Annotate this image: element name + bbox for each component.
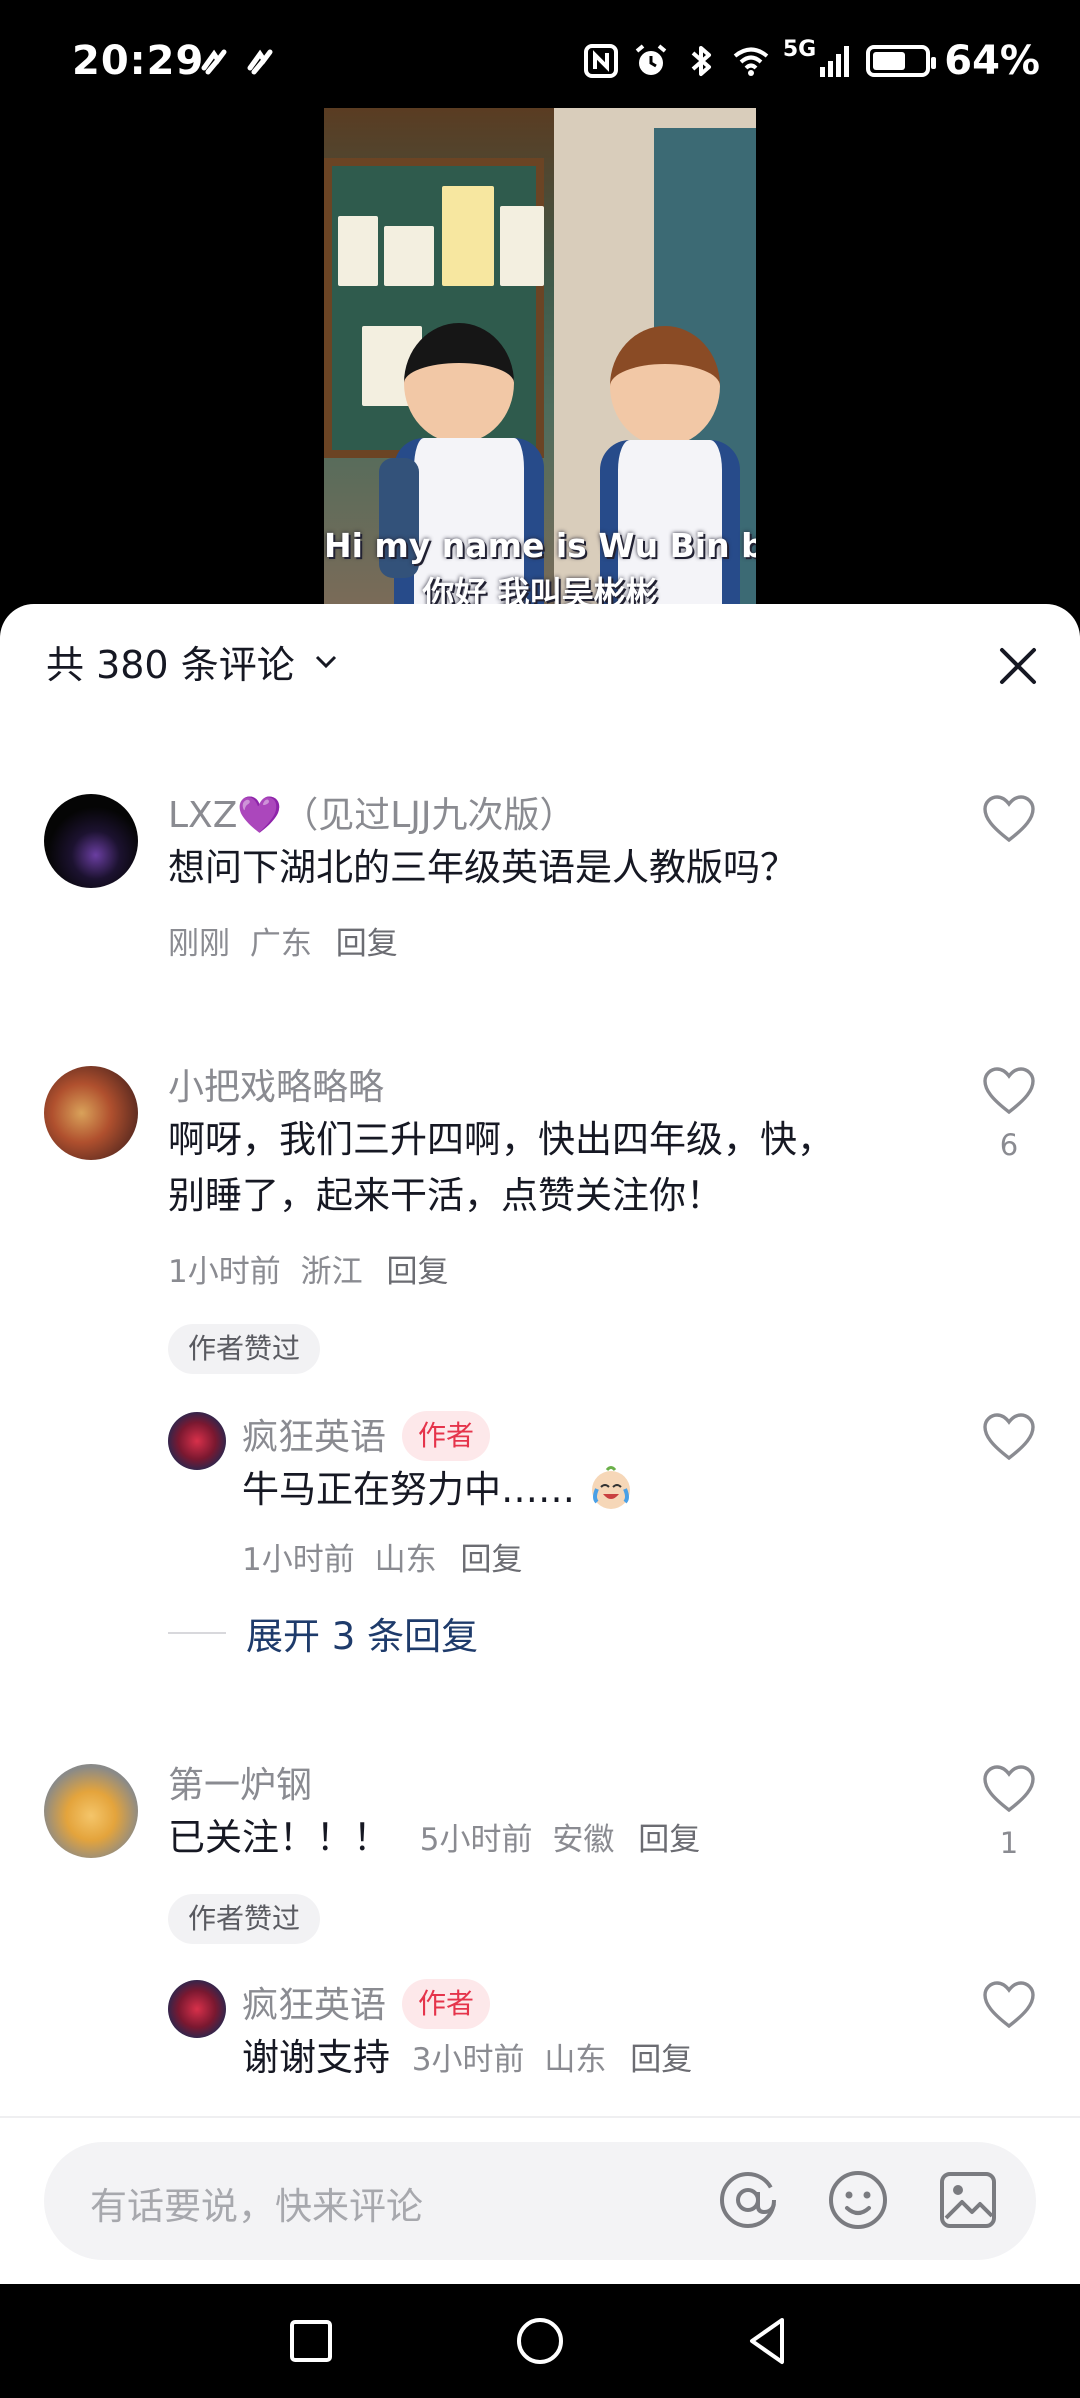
video-subtitle-english: Hi my name is Wu Bin bin xyxy=(324,526,756,565)
boy-right-head xyxy=(610,326,720,446)
like-button[interactable]: 6 xyxy=(982,1066,1036,1162)
reply-time: 1小时前 xyxy=(242,1542,355,1578)
like-button[interactable] xyxy=(982,794,1036,848)
comment-text: 已关注！！！ xyxy=(168,1816,390,1859)
reply-button[interactable]: 回复 xyxy=(336,926,398,962)
reply-time: 3小时前 xyxy=(411,2042,525,2078)
battery-icon xyxy=(866,45,937,77)
comment-time: 1小时前 xyxy=(168,1254,281,1290)
comment-time: 5小时前 xyxy=(419,1822,533,1858)
alarm-icon xyxy=(635,44,667,75)
reply-username-text: 疯狂英语 xyxy=(242,1985,387,2026)
signal-icon xyxy=(820,46,850,77)
author-tag: 作者 xyxy=(402,1411,491,1461)
expand-replies-label: 展开 3 条回复 xyxy=(246,1615,479,1658)
comment-username[interactable]: 小把戏略略略 xyxy=(168,1058,384,1110)
chevron-down-icon xyxy=(315,655,336,668)
author-tag: 作者 xyxy=(402,1979,491,2029)
comment-input-bar: 有话要说，快来评论 xyxy=(0,2116,1080,2286)
app-notification-icon-2 xyxy=(247,49,273,75)
system-navigation-bar xyxy=(0,2284,1080,2398)
status-time: 20:29 xyxy=(72,38,205,84)
comment-meta: 刚刚 广东 回复 xyxy=(168,918,398,963)
reply-username[interactable]: 疯狂英语 作者 xyxy=(242,1976,491,2032)
reply-text: 谢谢支持 xyxy=(242,2036,390,2079)
divider-line xyxy=(168,1632,226,1634)
author-liked-badge: 作者赞过 xyxy=(168,1894,321,1944)
like-button[interactable] xyxy=(982,1412,1036,1466)
comment-username[interactable]: LXZ💜（见过LJJ九次版） xyxy=(168,786,576,838)
bluetooth-icon xyxy=(691,46,711,76)
reply-text-with-meta: 谢谢支持 3小时前 山东 回复 xyxy=(242,2030,692,2088)
heart-icon xyxy=(983,795,1035,843)
back-icon[interactable] xyxy=(742,2314,796,2368)
at-mention-icon[interactable] xyxy=(716,2168,780,2232)
comment-meta: 1小时前 浙江 回复 xyxy=(168,1246,448,1291)
comment-username[interactable]: 第一炉钢 xyxy=(168,1756,312,1808)
author-avatar[interactable] xyxy=(168,1980,226,2038)
video-subtitle-chinese: 你好 我叫吴彬彬 xyxy=(422,574,658,608)
reply-button[interactable]: 回复 xyxy=(386,1254,448,1290)
heart-icon xyxy=(983,1067,1035,1115)
comment-time: 刚刚 xyxy=(168,926,230,962)
avatar[interactable] xyxy=(44,1066,138,1160)
reply-location: 山东 xyxy=(374,1542,437,1578)
avatar[interactable] xyxy=(44,794,138,888)
reply-meta: 3小时前 山东 回复 xyxy=(412,2042,692,2078)
comment-location: 安徽 xyxy=(552,1822,615,1858)
comment-text: 想问下湖北的三年级英语是人教版吗？ xyxy=(168,846,797,889)
comment-text-line-1: 啊呀，我们三升四啊，快出四年级，快， xyxy=(168,1118,834,1161)
author-avatar[interactable] xyxy=(168,1412,226,1470)
notification-icons xyxy=(198,44,280,80)
reply-button[interactable]: 回复 xyxy=(638,1822,700,1858)
reply-text: 牛马正在努力中…… xyxy=(242,1462,635,1518)
comment-meta: 5小时前 安徽 回复 xyxy=(420,1822,700,1858)
comment-input[interactable]: 有话要说，快来评论 xyxy=(44,2142,1036,2260)
comment-input-placeholder: 有话要说，快来评论 xyxy=(90,2185,423,2228)
boy-left-head xyxy=(404,323,514,443)
heart-icon xyxy=(983,1413,1035,1461)
author-liked-badge: 作者赞过 xyxy=(168,1324,321,1374)
comment-text-line-2: 别睡了，起来干活，点赞关注你！ xyxy=(168,1174,723,1217)
input-actions xyxy=(716,2168,1000,2232)
emoji-icon[interactable] xyxy=(826,2168,890,2232)
nfc-icon xyxy=(583,44,618,78)
comment-text-with-meta: 已关注！！！ 5小时前 安徽 回复 xyxy=(168,1810,700,1868)
wifi-icon xyxy=(733,47,769,76)
comment-count-header[interactable]: 共 380 条评论 xyxy=(46,634,341,689)
like-count: 1 xyxy=(999,1826,1019,1860)
reply-button[interactable]: 回复 xyxy=(460,1542,522,1578)
heart-icon xyxy=(983,1981,1035,2029)
like-button[interactable] xyxy=(982,1980,1036,2034)
expand-replies-button[interactable]: 展开 3 条回复 xyxy=(168,1606,478,1660)
recent-apps-icon[interactable] xyxy=(284,2314,338,2368)
close-icon[interactable] xyxy=(994,642,1042,690)
battery-percent: 64% xyxy=(944,38,1040,84)
home-icon[interactable] xyxy=(513,2314,567,2368)
reply-location: 山东 xyxy=(544,2042,607,2078)
like-count: 6 xyxy=(999,1128,1019,1162)
app-notification-icon xyxy=(201,49,227,75)
avatar[interactable] xyxy=(44,1764,138,1858)
comment-location: 广东 xyxy=(249,926,312,962)
network-type: 5G xyxy=(782,36,817,62)
comment-count-title: 共 380 条评论 xyxy=(46,643,295,687)
reply-text-content: 牛马正在努力中…… xyxy=(242,1468,575,1511)
like-button[interactable]: 1 xyxy=(982,1764,1036,1860)
heart-icon xyxy=(983,1765,1035,1813)
reply-button[interactable]: 回复 xyxy=(630,2042,692,2078)
reply-username[interactable]: 疯狂英语 作者 xyxy=(242,1408,491,1464)
crying-laughing-emoji-icon xyxy=(591,1465,630,1509)
comment-sheet: 共 380 条评论 LXZ💜（见过LJJ九次版） 想问下湖北的三年级英语是人教版… xyxy=(0,604,1080,2284)
reply-username-text: 疯狂英语 xyxy=(242,1417,387,1458)
comment-location: 浙江 xyxy=(300,1254,363,1290)
status-right: 5G 64% xyxy=(583,36,1040,84)
battery-fill xyxy=(873,52,906,70)
image-icon[interactable] xyxy=(936,2168,1000,2232)
video-thumbnail[interactable]: Hi my name is Wu Bin bin 你好 我叫吴彬彬 xyxy=(324,108,756,608)
reply-meta: 1小时前 山东 回复 xyxy=(242,1534,522,1579)
